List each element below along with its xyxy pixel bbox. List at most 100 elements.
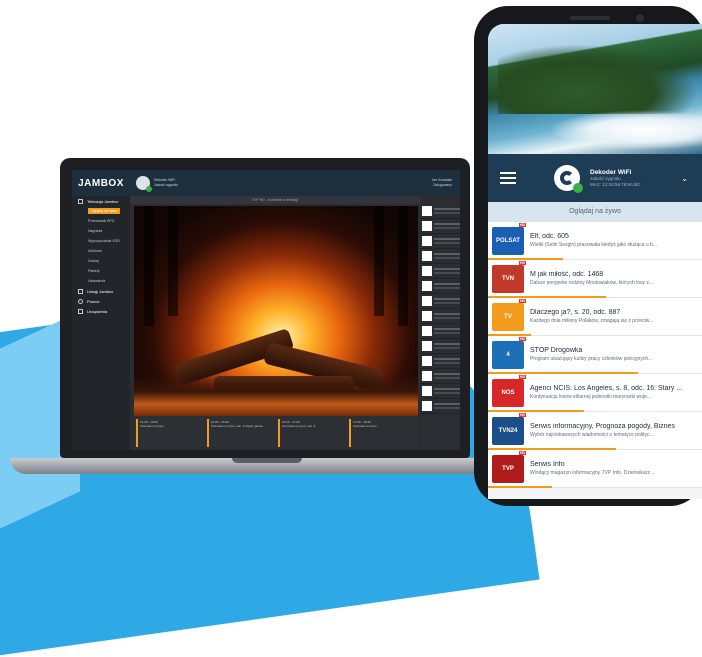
channel-logo-text: 4 <box>506 351 510 358</box>
decoder-avatar[interactable] <box>136 176 152 192</box>
sidebar-item[interactable]: Wypożyczalnia VOD <box>72 236 130 246</box>
sidebar-item[interactable]: Przewodnik EPG <box>72 216 130 226</box>
program-texts: M jak miłość, odc. 1468 Dalsze perypetie … <box>530 271 702 286</box>
program-description: Dalsze perypetie rodziny Mostowiaków, kt… <box>530 280 654 286</box>
channel-text <box>434 373 460 379</box>
channel-text <box>434 388 460 394</box>
program-row[interactable]: TVN24 HD Serwis informacyjny, Prognoza pog… <box>488 412 702 450</box>
channel-row[interactable] <box>420 354 460 369</box>
phone-header: Dekoder WiFi Jakość sygnału MAC: 12:34:5… <box>488 154 702 202</box>
sidebar: Telewizja Jambox Oglądaj na żywo Przewodni… <box>72 196 130 450</box>
channel-row[interactable] <box>420 264 460 279</box>
sidebar-item[interactable]: Szukaj <box>72 256 130 266</box>
channel-row[interactable] <box>420 204 460 219</box>
device-info[interactable]: Dekoder WiFi Jakość sygnału <box>150 178 178 188</box>
tab-watch-live[interactable]: Oglądaj na żywo <box>488 202 702 222</box>
channel-logo-text: POLSAT <box>496 237 520 244</box>
epg-cell[interactable]: 17:00 - 18:30 Kominek na zywo <box>349 419 416 447</box>
services-icon <box>78 288 83 294</box>
laptop-notch <box>232 458 302 463</box>
fireplace-brick <box>144 206 154 326</box>
sidebar-item[interactable]: Oglądaj na żywo <box>72 206 130 216</box>
phone-screen: Dekoder WiFi Jakość sygnału MAC: 12:34:5… <box>488 24 702 499</box>
channel-logo <box>422 281 432 291</box>
user-info[interactable]: Jan Kowalski Zalogowany <box>432 178 452 188</box>
sidebar-item[interactable]: Ulubione <box>72 246 130 256</box>
hd-badge: HD <box>518 222 526 227</box>
epg-cell[interactable]: 15:30 - 17:00 Kominek na zywo, odc. 3 <box>278 419 345 447</box>
decoder-avatar[interactable] <box>554 165 583 193</box>
user-status: Zalogowany <box>433 183 452 187</box>
channel-logo: TVP HD <box>492 450 526 483</box>
sidebar-item[interactable]: Urządzenia <box>72 306 130 316</box>
channel-row[interactable] <box>420 234 460 249</box>
channel-row[interactable] <box>420 249 460 264</box>
video-player[interactable] <box>134 206 418 416</box>
channel-logo <box>422 386 432 396</box>
fireplace-brick <box>398 206 408 326</box>
channel-logo <box>422 371 432 381</box>
channel-row[interactable] <box>420 279 460 294</box>
channel-row[interactable] <box>420 309 460 324</box>
sidebar-item-label: Wypożyczalnia VOD <box>88 239 120 243</box>
app-logo[interactable]: JAMBOX <box>72 178 130 189</box>
sidebar-item-label: Pakiety <box>88 269 100 273</box>
decoder-info[interactable]: Dekoder WiFi Jakość sygnału MAC: 12:34:5… <box>590 169 641 188</box>
channel-text <box>434 298 460 304</box>
sidebar-item[interactable]: Nagrania <box>72 226 130 236</box>
channel-text <box>434 268 460 274</box>
program-row[interactable]: 4 HD STOP Drogówka Program ukazujący kulisy… <box>488 336 702 374</box>
channel-logo-text: TVN <box>502 275 514 282</box>
fireplace-brick <box>374 206 384 316</box>
laptop-screen: JAMBOX Dekoder WiFi Jakość sygnału Jan K… <box>72 170 460 450</box>
epg-strip: 12:30 - 14:00 Kominek na zywo 14:00 - 15:3… <box>134 416 418 450</box>
sidebar-item[interactable]: Ustawienia <box>72 276 130 286</box>
channel-logo <box>422 221 432 231</box>
hd-badge: HD <box>518 260 526 265</box>
channel-row[interactable] <box>420 399 460 414</box>
channel-logo <box>422 296 432 306</box>
online-badge-icon <box>573 183 583 193</box>
channel-logo <box>422 206 432 216</box>
sidebar-item-label: Usługi Jambox <box>87 288 114 294</box>
program-row[interactable]: NOS HD Agenci NCIS: Los Angeles, s. 8, odc… <box>488 374 702 412</box>
channel-logo-text: NOS <box>501 389 515 396</box>
program-row[interactable]: TVP HD Serwis Info Wiodący magazyn informac… <box>488 450 702 488</box>
sidebar-item[interactable]: Pakiety <box>72 266 130 276</box>
program-row[interactable]: POLSAT HD Elf, odc. 605 Wielki (Selin Sezgi… <box>488 222 702 260</box>
program-description: Wybór najciekawszych wiadomości o tematy… <box>530 432 654 438</box>
program-title: M jak miłość, odc. 1468 <box>530 271 604 278</box>
sidebar-item[interactable]: Telewizja Jambox <box>72 196 130 206</box>
program-texts: STOP Drogówka Program ukazujący kulisy pr… <box>530 347 702 362</box>
program-description: Kontynuacja losów elitarnej jednostki ma… <box>530 394 651 400</box>
sidebar-item-label: Pomoc <box>87 298 100 304</box>
hd-badge: HD <box>518 374 526 379</box>
channel-text <box>434 343 460 349</box>
channel-logo <box>422 311 432 321</box>
sidebar-item[interactable]: Usługi Jambox <box>72 286 130 296</box>
sidebar-item[interactable]: Pomoc <box>72 296 130 306</box>
channel-logo: NOS HD <box>492 374 526 407</box>
channel-row[interactable] <box>420 294 460 309</box>
channel-row[interactable] <box>420 339 460 354</box>
channel-row[interactable] <box>420 369 460 384</box>
chevron-down-icon[interactable]: ⌄ <box>681 174 688 183</box>
program-title: Dlaczego ja?, s. 20, odc. 887 <box>530 309 621 316</box>
channel-row[interactable] <box>420 219 460 234</box>
epg-cell[interactable]: 14:00 - 15:30 Kominek na zywo, odc. 2 Ogi… <box>207 419 274 447</box>
program-texts: Dlaczego ja?, s. 20, odc. 887 Każdego dni… <box>530 309 702 324</box>
program-row[interactable]: TVN HD M jak miłość, odc. 1468 Dalsze peryp… <box>488 260 702 298</box>
hd-badge: HD <box>518 450 526 455</box>
program-list: POLSAT HD Elf, odc. 605 Wielki (Selin Sezgi… <box>488 222 702 488</box>
device-status: Jakość sygnału <box>154 183 178 187</box>
program-description: Wielki (Selin Sezgin) pracowała kiedyś j… <box>530 242 657 248</box>
channel-logo <box>422 326 432 336</box>
program-row[interactable]: TV HD Dlaczego ja?, s. 20, odc. 887 Każdego… <box>488 298 702 336</box>
channel-text <box>434 238 460 244</box>
channel-row[interactable] <box>420 384 460 399</box>
sidebar-item-label: Szukaj <box>88 259 99 263</box>
program-title: STOP Drogówka <box>530 347 583 354</box>
hamburger-menu-icon[interactable] <box>500 169 516 187</box>
channel-row[interactable] <box>420 324 460 339</box>
epg-cell[interactable]: 12:30 - 14:00 Kominek na zywo <box>136 419 203 447</box>
